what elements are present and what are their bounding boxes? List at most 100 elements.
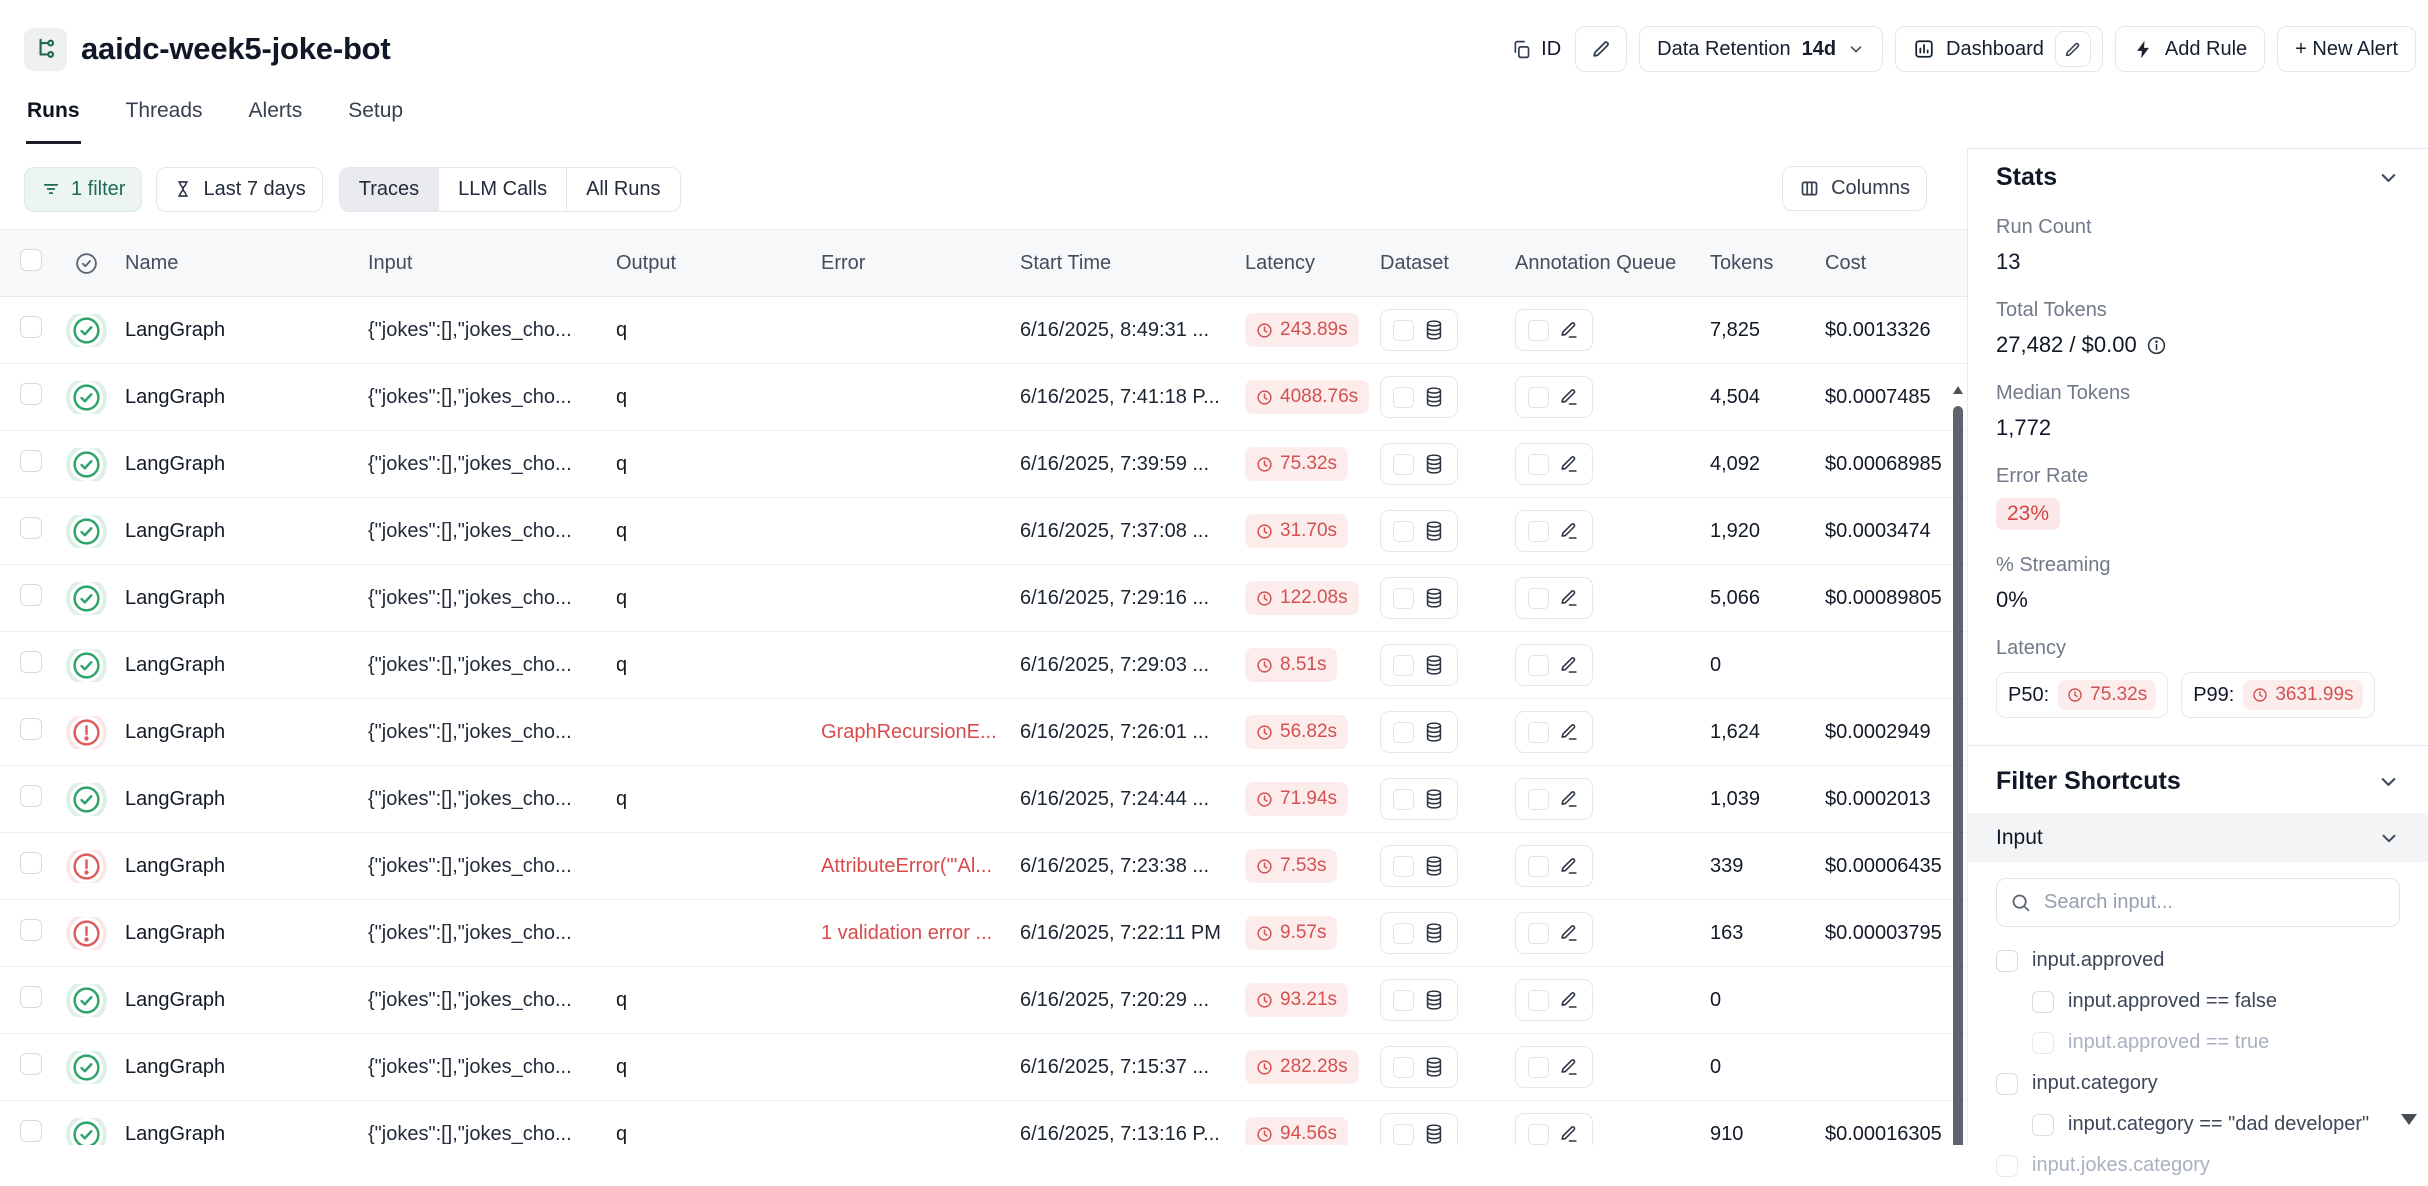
tab-alerts[interactable]: Alerts [248,98,304,144]
add-to-annotation-queue-button[interactable] [1515,912,1593,954]
table-row[interactable]: LangGraph {"jokes":[],"jokes_cho... q 6/… [0,364,1967,431]
scrollbar-thumb[interactable] [1953,406,1963,1145]
table-row[interactable]: LangGraph {"jokes":[],"jokes_cho... q 6/… [0,1101,1967,1145]
dashboard-button[interactable]: Dashboard [1895,26,2103,72]
table-row[interactable]: LangGraph {"jokes":[],"jokes_cho... q 6/… [0,766,1967,833]
table-row[interactable]: LangGraph {"jokes":[],"jokes_cho... q 6/… [0,498,1967,565]
annotation-checkbox[interactable] [1528,722,1549,743]
annotation-checkbox[interactable] [1528,990,1549,1011]
filter-checkbox[interactable] [2032,1114,2054,1136]
table-row[interactable]: LangGraph {"jokes":[],"jokes_cho... q 6/… [0,431,1967,498]
filter-checkbox[interactable] [1996,950,2018,972]
annotation-checkbox[interactable] [1528,588,1549,609]
add-to-annotation-queue-button[interactable] [1515,711,1593,753]
add-to-dataset-button[interactable] [1380,510,1458,552]
data-retention-button[interactable]: Data Retention 14d [1639,26,1883,72]
row-checkbox[interactable] [20,1053,42,1075]
stats-collapse-chevron-icon[interactable] [2377,166,2400,189]
edit-project-name-button[interactable] [1575,26,1627,72]
add-rule-button[interactable]: Add Rule [2115,26,2265,72]
add-to-dataset-button[interactable] [1380,644,1458,686]
filter-shortcut-item[interactable]: input.approved == true [1968,1022,2428,1063]
annotation-checkbox[interactable] [1528,655,1549,676]
date-range-button[interactable]: Last 7 days [156,167,322,212]
add-to-annotation-queue-button[interactable] [1515,845,1593,887]
add-to-annotation-queue-button[interactable] [1515,309,1593,351]
add-to-annotation-queue-button[interactable] [1515,510,1593,552]
copy-id-button[interactable]: ID [1509,38,1563,61]
row-checkbox[interactable] [20,450,42,472]
filter-shortcut-item[interactable]: input.approved == false [1968,981,2428,1022]
table-row[interactable]: LangGraph {"jokes":[],"jokes_cho... Grap… [0,699,1967,766]
dataset-checkbox[interactable] [1393,521,1414,542]
filter-search-input[interactable] [2042,890,2386,915]
row-checkbox[interactable] [20,517,42,539]
add-to-dataset-button[interactable] [1380,711,1458,753]
filter-checkbox[interactable] [2032,991,2054,1013]
filter-shortcut-item[interactable]: input.category == "dad developer" [1968,1104,2428,1145]
add-to-dataset-button[interactable] [1380,309,1458,351]
dataset-checkbox[interactable] [1393,789,1414,810]
table-row[interactable]: LangGraph {"jokes":[],"jokes_cho... q 6/… [0,632,1967,699]
segment-traces[interactable]: Traces [340,168,439,211]
add-to-dataset-button[interactable] [1380,845,1458,887]
new-alert-button[interactable]: + New Alert [2277,26,2416,72]
dataset-checkbox[interactable] [1393,1057,1414,1078]
add-to-dataset-button[interactable] [1380,979,1458,1021]
add-to-dataset-button[interactable] [1380,778,1458,820]
segment-all-runs[interactable]: All Runs [567,168,679,211]
columns-button[interactable]: Columns [1782,166,1927,211]
add-to-dataset-button[interactable] [1380,1046,1458,1088]
tab-threads[interactable]: Threads [125,98,204,144]
annotation-checkbox[interactable] [1528,454,1549,475]
table-row[interactable]: LangGraph {"jokes":[],"jokes_cho... q 6/… [0,967,1967,1034]
dataset-checkbox[interactable] [1393,856,1414,877]
add-to-dataset-button[interactable] [1380,1113,1458,1145]
dataset-checkbox[interactable] [1393,387,1414,408]
table-row[interactable]: LangGraph {"jokes":[],"jokes_cho... q 6/… [0,1034,1967,1101]
add-to-dataset-button[interactable] [1380,577,1458,619]
row-checkbox[interactable] [20,785,42,807]
dataset-checkbox[interactable] [1393,923,1414,944]
row-checkbox[interactable] [20,852,42,874]
add-to-annotation-queue-button[interactable] [1515,979,1593,1021]
add-to-annotation-queue-button[interactable] [1515,778,1593,820]
filter-shortcuts-collapse-chevron-icon[interactable] [2377,770,2400,793]
dataset-checkbox[interactable] [1393,320,1414,341]
filter-search[interactable] [1996,878,2400,927]
scroll-down-indicator[interactable] [2401,1114,2417,1125]
filter-group-input-header[interactable]: Input [1968,813,2428,862]
annotation-checkbox[interactable] [1528,856,1549,877]
filter-shortcut-item[interactable]: input.category [1968,1063,2428,1104]
filter-checkbox[interactable] [1996,1073,2018,1095]
add-to-annotation-queue-button[interactable] [1515,1046,1593,1088]
dataset-checkbox[interactable] [1393,1124,1414,1145]
dataset-checkbox[interactable] [1393,655,1414,676]
row-checkbox[interactable] [20,919,42,941]
tab-runs[interactable]: Runs [26,98,81,144]
info-icon[interactable] [2146,335,2167,356]
annotation-checkbox[interactable] [1528,923,1549,944]
filter-checkbox[interactable] [2032,1032,2054,1054]
select-all-checkbox[interactable] [20,249,42,271]
input-group-chevron-icon[interactable] [2378,827,2400,849]
add-to-annotation-queue-button[interactable] [1515,1113,1593,1145]
add-to-annotation-queue-button[interactable] [1515,443,1593,485]
row-checkbox[interactable] [20,584,42,606]
add-to-annotation-queue-button[interactable] [1515,376,1593,418]
add-to-annotation-queue-button[interactable] [1515,577,1593,619]
add-to-dataset-button[interactable] [1380,376,1458,418]
add-to-dataset-button[interactable] [1380,912,1458,954]
dataset-checkbox[interactable] [1393,588,1414,609]
dataset-checkbox[interactable] [1393,454,1414,475]
annotation-checkbox[interactable] [1528,387,1549,408]
add-to-annotation-queue-button[interactable] [1515,644,1593,686]
row-checkbox[interactable] [20,1120,42,1142]
filter-checkbox[interactable] [1996,1155,2018,1177]
row-checkbox[interactable] [20,718,42,740]
edit-dashboard-button[interactable] [2055,31,2091,67]
dataset-checkbox[interactable] [1393,990,1414,1011]
table-scrollbar[interactable] [1950,378,1966,1145]
annotation-checkbox[interactable] [1528,1057,1549,1078]
row-checkbox[interactable] [20,383,42,405]
